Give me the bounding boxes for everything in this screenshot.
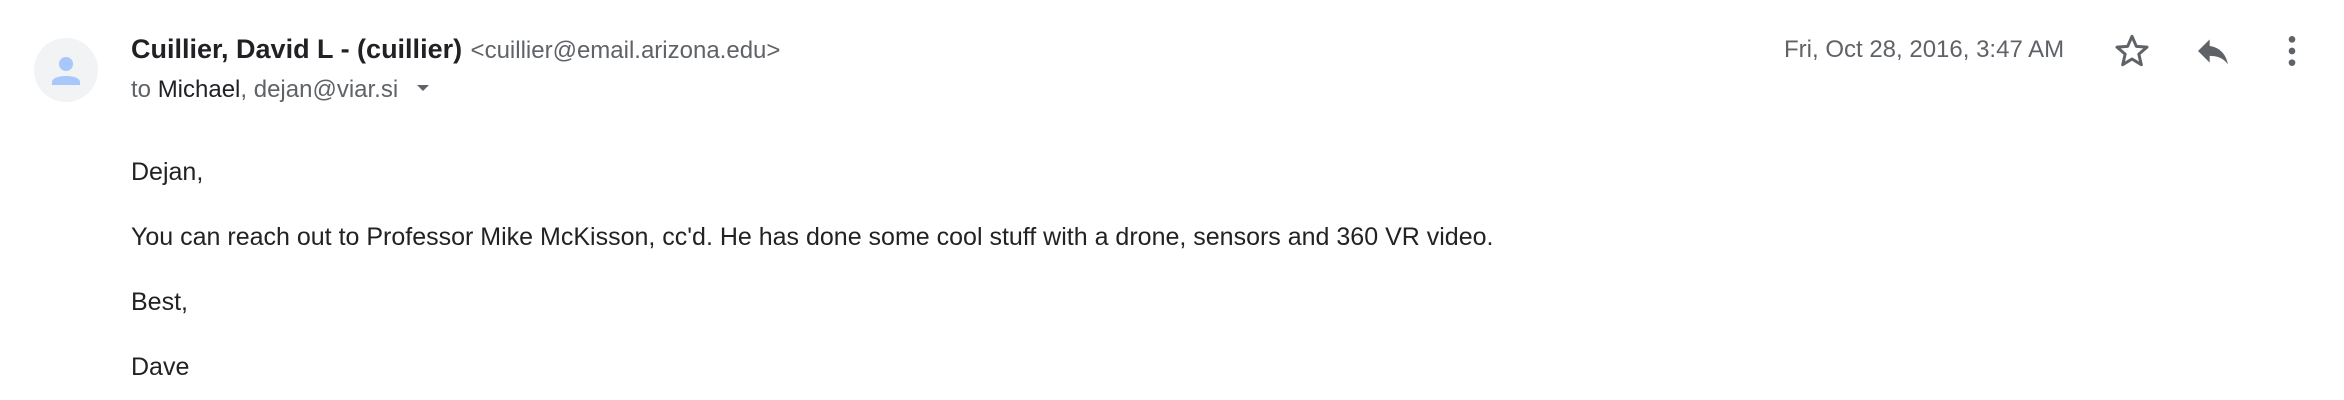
- body-greeting: Dejan,: [131, 158, 204, 186]
- sender-name[interactable]: Cuillier, David L - (cuillier): [131, 34, 462, 64]
- body-signoff: Best,: [131, 288, 188, 316]
- chevron-down-icon[interactable]: [413, 74, 433, 108]
- message-date: Fri, Oct 28, 2016, 3:47 AM: [1784, 36, 2065, 63]
- recipient-line: to Michael, dejan@viar.si: [131, 73, 433, 108]
- body-paragraph: You can reach out to Professor Mike McKi…: [131, 223, 1494, 251]
- person-icon: [34, 38, 98, 102]
- sender-line: Cuillier, David L - (cuillier) <cuillier…: [131, 31, 780, 72]
- recipient-separator: ,: [240, 76, 248, 103]
- sender-email: <cuillier@email.arizona.edu>: [470, 37, 781, 64]
- recipient-primary: Michael: [157, 76, 241, 103]
- body-signature: Dave: [131, 353, 190, 381]
- more-vert-icon: [2288, 36, 2296, 66]
- more-options-button[interactable]: [2268, 27, 2316, 75]
- reply-icon: [2198, 39, 2228, 65]
- recipient-prefix: to: [131, 76, 152, 103]
- recipient-secondary: dejan@viar.si: [253, 76, 399, 103]
- email-message: Cuillier, David L - (cuillier) <cuillier…: [0, 0, 2344, 400]
- message-body: Dejan, You can reach out to Professor Mi…: [131, 155, 1493, 400]
- star-outline-icon: [2115, 34, 2149, 67]
- star-button[interactable]: [2108, 27, 2156, 75]
- sender-avatar[interactable]: [34, 38, 98, 102]
- reply-button[interactable]: [2189, 27, 2237, 75]
